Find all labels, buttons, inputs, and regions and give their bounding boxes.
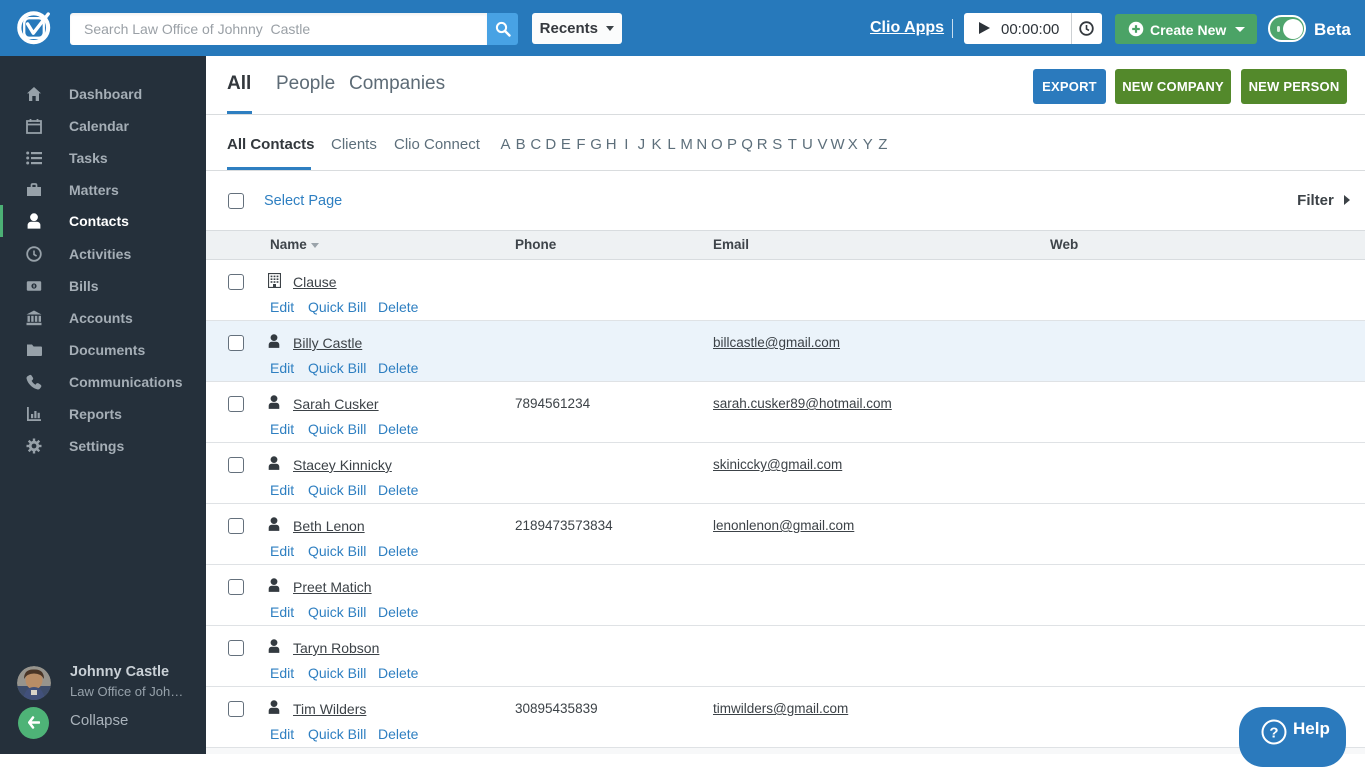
svg-text:?: ? [1269, 725, 1278, 742]
